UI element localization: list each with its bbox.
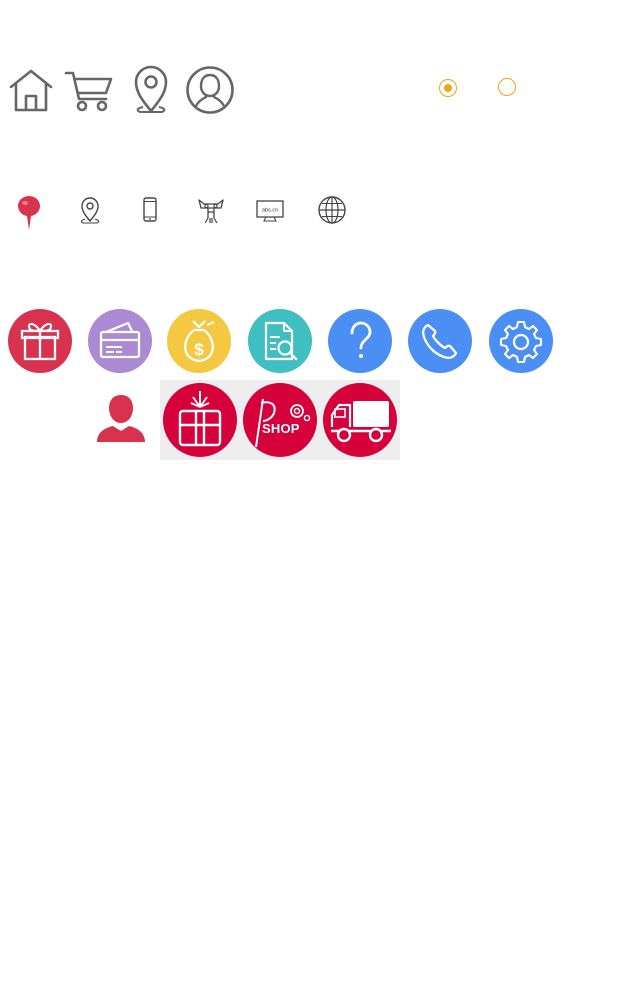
home-icon[interactable] [6, 65, 56, 115]
help-question-icon[interactable] [328, 309, 392, 373]
location-pin-thin-icon[interactable] [76, 196, 104, 224]
user-circle-icon[interactable] [185, 65, 235, 115]
phone-icon[interactable] [408, 309, 472, 373]
monitor-domain-text: abs.cn [262, 208, 278, 214]
gift-icon[interactable] [8, 309, 72, 373]
settings-gear-icon[interactable] [489, 309, 553, 373]
document-search-icon[interactable] [248, 309, 312, 373]
location-pin-outline-icon[interactable] [126, 65, 176, 115]
globe-icon[interactable] [318, 196, 346, 224]
user-silhouette-icon[interactable] [95, 393, 147, 443]
cartoon-character-icon[interactable] [197, 196, 225, 224]
radio-dot [443, 83, 452, 92]
radio-selected[interactable] [439, 79, 457, 97]
money-bag-icon[interactable]: $ [167, 309, 231, 373]
location-pin-filled-icon[interactable] [16, 196, 44, 230]
delivery-truck-icon[interactable] [323, 383, 397, 457]
shop-label: SHOP [262, 421, 300, 436]
dollar-sign: $ [194, 340, 204, 359]
mobile-phone-icon[interactable] [136, 196, 164, 224]
gift-box-icon[interactable] [163, 383, 237, 457]
monitor-domain-icon[interactable]: abs.cn [256, 196, 284, 224]
credit-card-icon[interactable] [88, 309, 152, 373]
cart-icon[interactable] [64, 65, 114, 115]
shop-icon[interactable]: SHOP [243, 383, 317, 457]
radio-unselected[interactable] [498, 78, 516, 96]
